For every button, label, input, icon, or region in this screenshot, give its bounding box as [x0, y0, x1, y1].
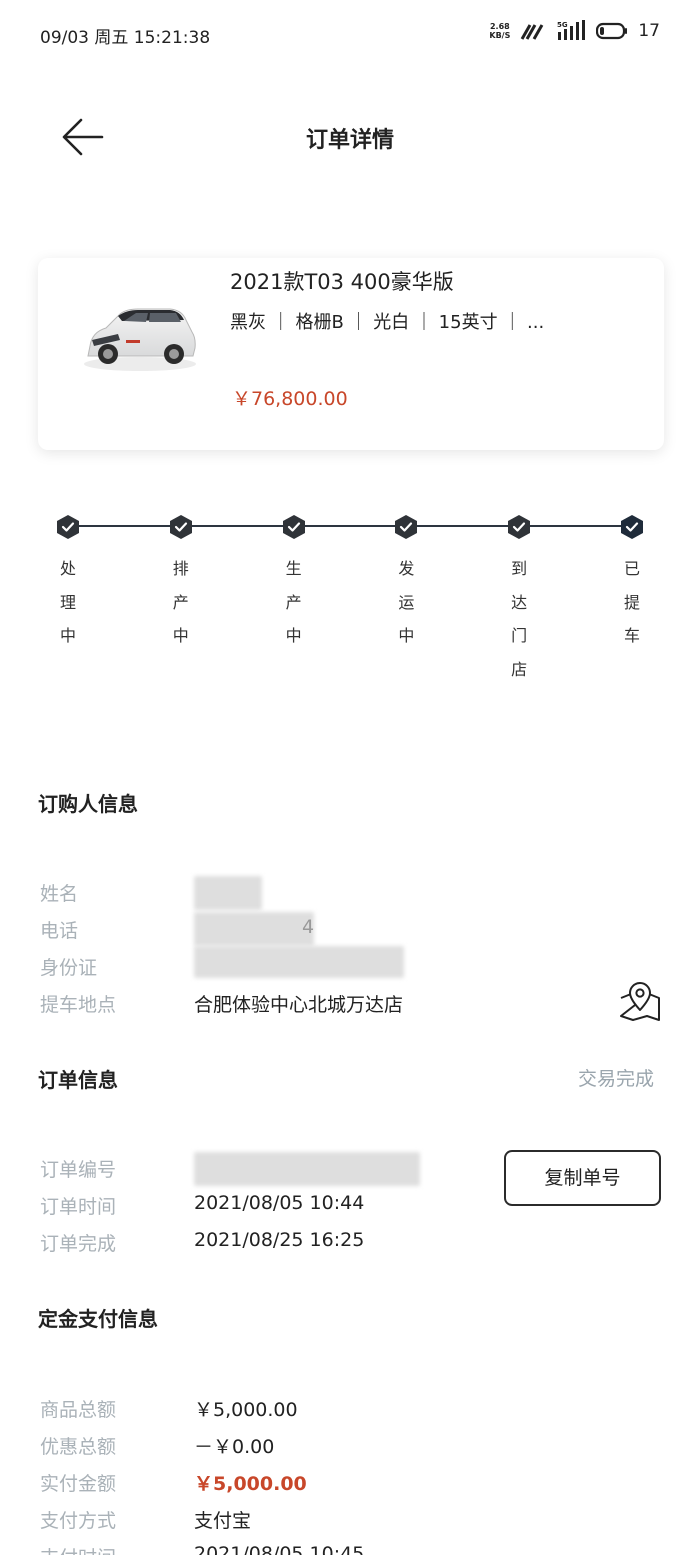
check-badge-icon [395, 515, 418, 539]
order-time-label: 订单时间 [40, 1196, 117, 1218]
product-card[interactable]: 2021款T03 400豪华版 黑灰 ｜ 格栅B ｜ 光白 ｜ 15英寸 ｜ .… [38, 258, 664, 450]
product-price: ￥76,800.00 [232, 388, 348, 410]
nav-bar: 订单详情 [0, 100, 700, 172]
pickup-label: 提车地点 [40, 994, 117, 1016]
progress-step: 发运中 [386, 514, 426, 653]
progress-step-char: 理 [59, 592, 76, 612]
order-complete-value: 2021/08/25 16:25 [194, 1229, 365, 1251]
id-label: 身份证 [40, 957, 98, 979]
product-spec: 黑灰 ｜ 格栅B ｜ 光白 ｜ 15英寸 ｜ ... [230, 312, 545, 333]
car-image [84, 308, 196, 371]
check-badge-icon [282, 515, 305, 539]
name-value-redacted [194, 876, 262, 910]
status-time: 09/03 周五 15:21:38 [40, 28, 211, 48]
map-location-icon[interactable] [618, 980, 662, 1024]
order-complete-label: 订单完成 [40, 1233, 117, 1255]
progress-line [68, 525, 632, 527]
total-value: ￥5,000.00 [194, 1399, 298, 1421]
battery-level: 17 [638, 21, 660, 41]
progress-step-char: 排 [172, 559, 189, 578]
progress-step-char: 到 [511, 559, 528, 578]
progress-step-char: 门 [511, 626, 528, 645]
progress-step-char: 运 [398, 592, 415, 612]
paid-value: ￥5,000.00 [194, 1473, 307, 1495]
paid-label: 实付金额 [40, 1473, 117, 1495]
progress-step-char: 生 [285, 559, 302, 578]
check-badge-icon [57, 515, 79, 539]
page-title: 订单详情 [305, 128, 394, 153]
pickup-value: 合肥体验中心北城万达店 [194, 994, 404, 1016]
progress-step-label: 发运中 [386, 552, 426, 653]
progress-step: 处理中 [48, 514, 88, 653]
check-badge-icon [508, 515, 531, 539]
progress-step: 已提车 [612, 514, 652, 653]
progress-step-label: 排产中 [161, 552, 201, 653]
order-section-title: 订单信息 [38, 1068, 118, 1092]
progress-step-char: 中 [398, 626, 415, 645]
progress-step-char: 处 [59, 559, 76, 578]
total-label: 商品总额 [40, 1399, 117, 1421]
pay-time-label: 支付时间 [40, 1543, 116, 1555]
check-badge-icon [621, 515, 643, 539]
payment-section-title: 定金支付信息 [38, 1307, 158, 1331]
copy-order-number-button[interactable]: 复制单号 [504, 1150, 661, 1206]
progress-step-char: 已 [623, 559, 640, 578]
progress-step-label: 处理中 [48, 552, 88, 653]
phone-label: 电话 [40, 920, 79, 942]
progress-step: 到达门店 [499, 514, 539, 686]
pay-method-label: 支付方式 [40, 1510, 117, 1532]
status-icons: 2.68 KB/S 5G 17 [489, 20, 660, 42]
progress-step-char: 中 [59, 626, 76, 645]
pay-method-value: 支付宝 [194, 1510, 252, 1532]
name-label: 姓名 [40, 883, 79, 905]
buyer-section-title: 订购人信息 [38, 792, 138, 816]
progress-step-char: 店 [511, 659, 528, 679]
discount-value: －￥0.00 [194, 1436, 275, 1458]
id-value-redacted [194, 946, 404, 978]
progress-step: 生产中 [274, 514, 314, 653]
status-bar: 09/03 周五 15:21:38 2.68 KB/S 5G 17 [0, 0, 700, 68]
progress-step-char: 达 [511, 592, 528, 612]
progress-step-char: 产 [172, 592, 189, 612]
progress-step-char: 发 [398, 559, 415, 578]
signal-icon: 5G [557, 20, 586, 40]
product-name: 2021款T03 400豪华版 [230, 270, 454, 294]
pay-time-value: 2021/08/05 10:45 [194, 1543, 365, 1555]
order-time-value: 2021/08/05 10:44 [194, 1192, 365, 1214]
progress-step: 排产中 [161, 514, 201, 653]
wifi-slash-icon [521, 24, 544, 40]
progress-step-char: 提 [623, 592, 640, 612]
net-speed: 2.68 KB/S [489, 22, 511, 40]
order-number-label: 订单编号 [40, 1159, 117, 1181]
progress-step-label: 已提车 [612, 552, 652, 653]
phone-partial: 4 [302, 916, 315, 938]
progress-step-char: 中 [285, 626, 302, 645]
check-badge-icon [169, 515, 192, 539]
order-number-redacted [194, 1152, 420, 1186]
progress-step-char: 产 [285, 592, 302, 612]
progress-step-label: 到达门店 [499, 552, 539, 686]
order-progress: 处理中排产中生产中发运中到达门店已提车 [0, 510, 700, 680]
progress-step-label: 生产中 [274, 552, 314, 653]
discount-label: 优惠总额 [40, 1436, 117, 1458]
phone-value-redacted [194, 912, 314, 946]
svg-text:5G: 5G [557, 21, 568, 29]
battery-icon [596, 22, 628, 40]
progress-step-char: 车 [623, 626, 640, 645]
progress-step-char: 中 [172, 626, 189, 645]
order-status-badge: 交易完成 [577, 1068, 654, 1090]
